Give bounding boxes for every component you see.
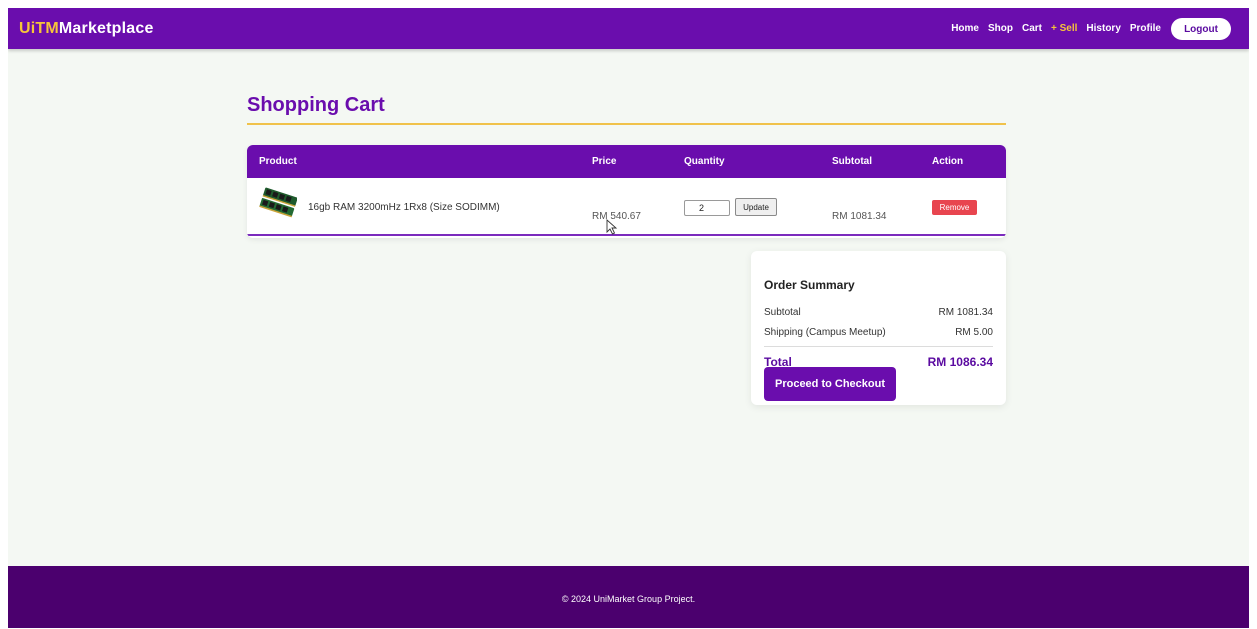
cart-table: Product Price Quantity Subtotal Action 1…	[247, 145, 1006, 238]
nav-link-profile[interactable]: Profile	[1130, 22, 1161, 35]
cart-table-header: Product Price Quantity Subtotal Action	[247, 145, 1006, 178]
summary-subtotal-label: Subtotal	[764, 307, 801, 318]
order-summary-card: Order Summary Subtotal RM 1081.34 Shippi…	[751, 251, 1006, 405]
product-subtotal: RM 1081.34	[832, 211, 887, 222]
summary-total-value: RM 1086.34	[927, 355, 993, 369]
summary-subtotal-row: Subtotal RM 1081.34	[764, 307, 993, 319]
summary-shipping-label: Shipping (Campus Meetup)	[764, 327, 886, 338]
nav-link-cart[interactable]: Cart	[1022, 22, 1042, 35]
brand-part-uitm: UiTM	[19, 20, 59, 37]
footer-copyright: © 2024 UniMarket Group Project.	[561, 594, 696, 604]
footer: © 2024 UniMarket Group Project.	[8, 566, 1249, 628]
nav-link-sell[interactable]: + Sell	[1051, 22, 1077, 35]
ram-module-image	[259, 187, 297, 218]
summary-shipping-value: RM 5.00	[955, 327, 993, 338]
summary-shipping-row: Shipping (Campus Meetup) RM 5.00	[764, 327, 993, 339]
title-divider	[247, 123, 1006, 125]
nav-link-home[interactable]: Home	[951, 22, 979, 35]
proceed-to-checkout-button[interactable]: Proceed to Checkout	[764, 367, 896, 401]
product-name[interactable]: 16gb RAM 3200mHz 1Rx8 (Size SODIMM)	[308, 202, 500, 214]
navbar: UiTMMarketplace Home Shop Cart + Sell Hi…	[8, 8, 1249, 49]
brand-logo[interactable]: UiTMMarketplace	[19, 19, 154, 39]
order-summary-title: Order Summary	[764, 278, 855, 292]
row-bottom-border	[247, 234, 1006, 236]
column-header-subtotal: Subtotal	[832, 156, 872, 167]
update-quantity-button[interactable]: Update	[735, 198, 777, 216]
app-frame: UiTMMarketplace Home Shop Cart + Sell Hi…	[8, 8, 1249, 628]
mouse-pointer-icon	[606, 219, 618, 235]
summary-divider	[764, 346, 993, 347]
column-header-product: Product	[259, 156, 297, 167]
remove-item-button[interactable]: Remove	[932, 200, 977, 215]
column-header-price: Price	[592, 156, 617, 167]
quantity-input[interactable]	[684, 200, 730, 216]
page-title: Shopping Cart	[247, 94, 385, 116]
brand-part-marketplace: Marketplace	[58, 20, 154, 37]
nav-link-shop[interactable]: Shop	[988, 22, 1013, 35]
logout-button[interactable]: Logout	[1171, 18, 1231, 40]
column-header-action: Action	[932, 156, 964, 167]
summary-subtotal-value: RM 1081.34	[938, 307, 993, 318]
column-header-quantity: Quantity	[684, 156, 725, 167]
nav-link-history[interactable]: History	[1086, 22, 1120, 35]
nav-links: Home Shop Cart + Sell History Profile	[951, 22, 1161, 35]
